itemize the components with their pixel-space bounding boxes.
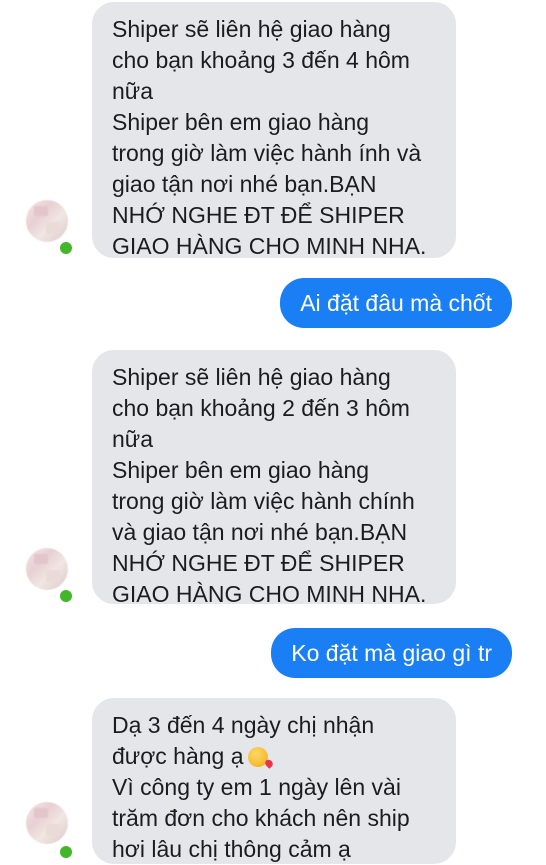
sender-avatar[interactable] bbox=[26, 548, 68, 590]
message-text: Ko đặt mà giao gì tr bbox=[291, 640, 492, 666]
incoming-message-bubble[interactable]: Shiper sẽ liên hệ giao hàng cho bạn khoả… bbox=[92, 2, 456, 259]
incoming-message-bubble[interactable]: Dạ 3 đến 4 ngày chị nhận được hàng ạ Vì … bbox=[92, 698, 456, 864]
message-text-line: GIAO HÀNG CHO MINH NHA. bbox=[112, 581, 427, 607]
message-text-line: Dạ 3 đến 4 ngày chị nhận bbox=[112, 712, 375, 738]
message-text-line: nữa bbox=[112, 426, 153, 452]
message-text-line: Shiper sẽ liên hệ giao hàng bbox=[112, 16, 391, 42]
message-text-line: Vì công ty em 1 ngày lên vài bbox=[112, 774, 401, 800]
message-text-line: Shiper sẽ liên hệ giao hàng bbox=[112, 364, 391, 390]
online-status-icon bbox=[58, 240, 74, 256]
message-text-line: cho bạn khoảng 2 đến 3 hôm bbox=[112, 395, 410, 421]
sender-avatar[interactable] bbox=[26, 200, 68, 242]
message-text-line: nữa bbox=[112, 78, 153, 104]
online-status-icon bbox=[58, 588, 74, 604]
message-text-line: NHỚ NGHE ĐT ĐỂ SHIPER bbox=[112, 202, 405, 228]
message-text-line: NHỚ NGHE ĐT ĐỂ SHIPER bbox=[112, 550, 405, 576]
sender-avatar[interactable] bbox=[26, 802, 68, 844]
message-text-line: Shiper bên em giao hàng bbox=[112, 457, 370, 483]
outgoing-message-bubble[interactable]: Ai đặt đâu mà chốt bbox=[280, 278, 512, 328]
incoming-message-bubble[interactable]: Shiper sẽ liên hệ giao hàng cho bạn khoả… bbox=[92, 350, 456, 607]
message-text-line: trong giờ làm việc hành ính và bbox=[112, 140, 422, 166]
online-status-icon bbox=[58, 844, 74, 860]
message-text-fragment: được hàng ạ bbox=[112, 743, 244, 769]
message-text-line: hơi lâu chị thông cảm ạ bbox=[112, 836, 351, 862]
kiss-emoji-icon bbox=[247, 747, 268, 767]
message-text-line: GIAO HÀNG CHO MINH NHA. bbox=[112, 233, 427, 259]
message-text-line: trăm đơn cho khách nên ship bbox=[112, 805, 410, 831]
message-text-line: trong giờ làm việc hành chính bbox=[112, 488, 415, 514]
message-text-line: được hàng ạ bbox=[112, 741, 438, 772]
message-text-line: cho bạn khoảng 3 đến 4 hôm bbox=[112, 47, 410, 73]
message-text: Ai đặt đâu mà chốt bbox=[300, 290, 492, 316]
message-text-line: giao tận nơi nhé bạn.BẠN bbox=[112, 171, 377, 197]
message-text-line: và giao tận nơi nhé bạn.BẠN bbox=[112, 519, 408, 545]
outgoing-message-bubble[interactable]: Ko đặt mà giao gì tr bbox=[271, 628, 512, 678]
message-text-line: Shiper bên em giao hàng bbox=[112, 109, 370, 135]
